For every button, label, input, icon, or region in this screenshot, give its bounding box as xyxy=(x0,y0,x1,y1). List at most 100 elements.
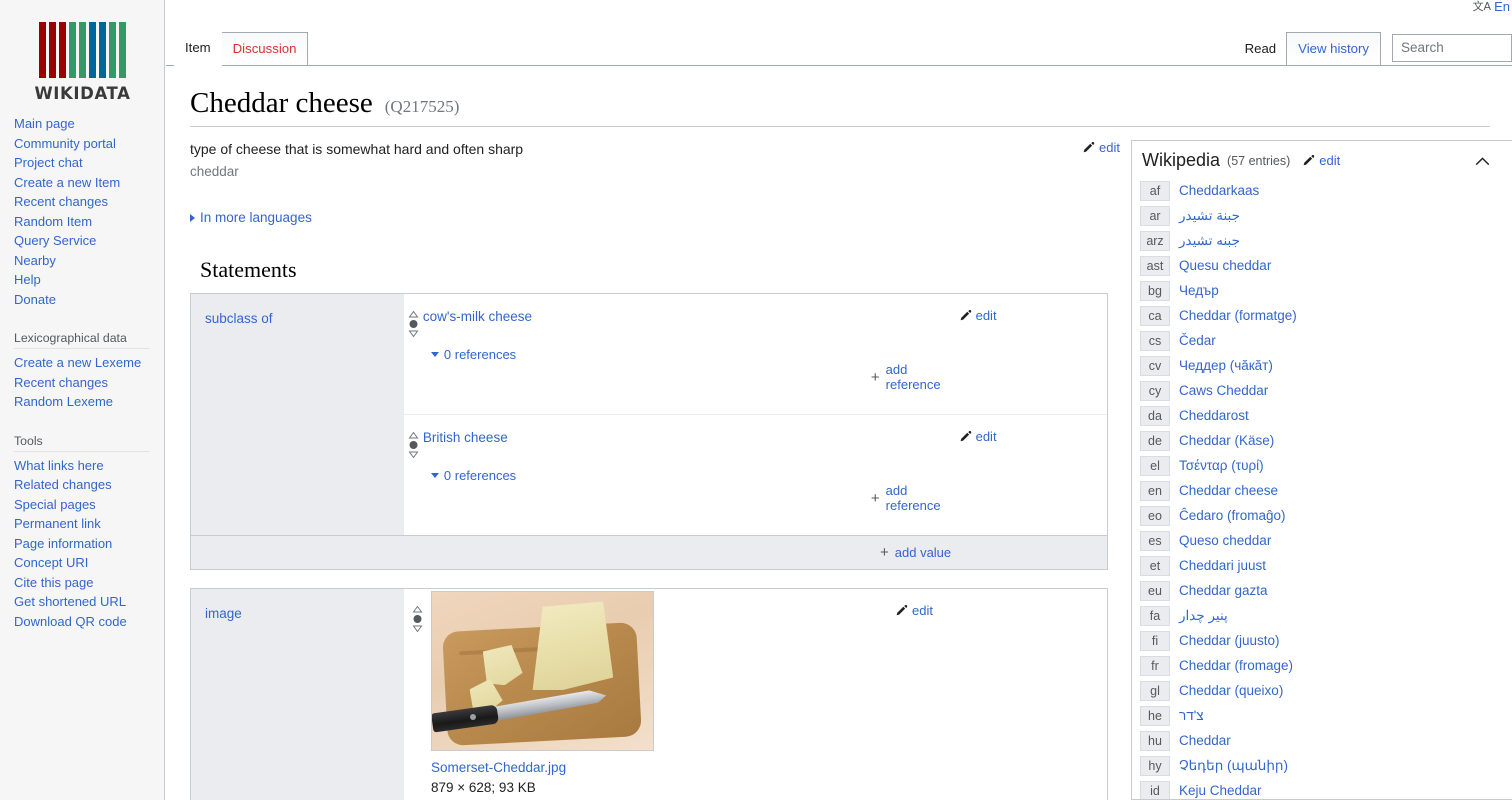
statement-group-image: image Somerset-Cheddar.jpg 879 × 628; 93… xyxy=(190,588,1108,800)
sidebar-tool-concept-uri[interactable]: Concept URI xyxy=(14,553,164,573)
language-selector[interactable]: 文A En xyxy=(1312,0,1512,20)
page-title: Cheddar cheese (Q217525) xyxy=(190,86,1512,120)
sitelink-title-id[interactable]: Keju Cheddar xyxy=(1179,783,1262,798)
rank-cell[interactable] xyxy=(404,415,423,535)
sitelink-title-he[interactable]: צ'דר xyxy=(1179,708,1204,723)
sitelink-language-code: eu xyxy=(1140,580,1170,601)
sidebar-tool-related-changes[interactable]: Related changes xyxy=(14,475,164,495)
edit-terms-link[interactable]: edit xyxy=(1082,140,1120,155)
edit-sitelinks-link[interactable]: edit xyxy=(1302,153,1340,168)
sitelink-title-da[interactable]: Cheddarost xyxy=(1179,408,1249,423)
sitelink-row: ast Quesu cheddar xyxy=(1140,253,1512,278)
value-cell: cow's-milk cheese 0 references + add ref… xyxy=(423,294,941,414)
tab-read[interactable]: Read xyxy=(1234,33,1288,66)
plus-icon: + xyxy=(870,489,880,507)
tab-discussion[interactable]: Discussion xyxy=(220,32,309,66)
image-thumbnail[interactable] xyxy=(431,591,654,751)
search-input[interactable]: Search xyxy=(1392,34,1512,62)
current-language-label[interactable]: En xyxy=(1494,0,1510,14)
statement-value-link[interactable]: cow's-milk cheese xyxy=(423,309,532,324)
property-link-subclass-of[interactable]: subclass of xyxy=(205,311,273,326)
sitelink-title-de[interactable]: Cheddar (Käse) xyxy=(1179,433,1274,448)
sitelink-title-cv[interactable]: Чеддер (чăкăт) xyxy=(1179,358,1273,373)
sitelink-title-hy[interactable]: Չեդեր (պանիր) xyxy=(1179,758,1288,774)
sitelink-title-cy[interactable]: Caws Cheddar xyxy=(1179,383,1268,398)
sidebar-lexeme-item-recent-changes[interactable]: Recent changes xyxy=(14,373,164,393)
chevron-up-icon[interactable] xyxy=(1475,153,1490,166)
sidebar-item-nearby[interactable]: Nearby xyxy=(14,251,164,271)
rank-cell[interactable] xyxy=(404,589,431,800)
sidebar: WIKIDATA Main page Community portal Projec… xyxy=(0,0,165,800)
add-reference-link[interactable]: + add reference xyxy=(871,483,941,513)
rank-cell[interactable] xyxy=(404,294,423,414)
sitelink-title-hu[interactable]: Cheddar xyxy=(1179,733,1231,748)
sidebar-item-create-a-new-item[interactable]: Create a new Item xyxy=(14,173,164,193)
edit-cell: edit xyxy=(941,415,1107,535)
sitelink-title-gl[interactable]: Cheddar (queixo) xyxy=(1179,683,1283,698)
edit-statement-link[interactable]: edit xyxy=(895,603,933,618)
sidebar-item-donate[interactable]: Donate xyxy=(14,290,164,310)
sitelink-title-eu[interactable]: Cheddar gazta xyxy=(1179,583,1268,598)
add-reference-link[interactable]: + add reference xyxy=(871,362,941,392)
statement-group-subclass-of: subclass of cow's-milk cheese 0 referenc… xyxy=(190,293,1108,570)
sidebar-tool-permanent-link[interactable]: Permanent link xyxy=(14,514,164,534)
property-link-image[interactable]: image xyxy=(205,606,242,621)
sitelink-title-ar[interactable]: جبنة تشيدر xyxy=(1179,208,1240,224)
sitelink-title-es[interactable]: Queso cheddar xyxy=(1179,533,1271,548)
sitelink-row: bg Чедър xyxy=(1140,278,1512,303)
sidebar-lexeme-item-random-lexeme[interactable]: Random Lexeme xyxy=(14,392,164,412)
sidebar-item-main-page[interactable]: Main page xyxy=(14,114,164,134)
sidebar-tool-cite-this-page[interactable]: Cite this page xyxy=(14,573,164,593)
sitelink-title-ast[interactable]: Quesu cheddar xyxy=(1179,258,1271,273)
edit-statement-link[interactable]: edit xyxy=(959,429,997,444)
sitelinks-panel: Wikipedia (57 entries) edit af Cheddarkaa… xyxy=(1131,140,1512,800)
sidebar-item-help[interactable]: Help xyxy=(14,270,164,290)
sitelink-language-code: en xyxy=(1140,480,1170,501)
sidebar-tool-what-links-here[interactable]: What links here xyxy=(14,456,164,476)
add-value-link[interactable]: + add value xyxy=(880,545,951,560)
in-more-languages-label: In more languages xyxy=(200,210,312,225)
sitelink-title-fi[interactable]: Cheddar (juusto) xyxy=(1179,633,1280,648)
references-toggle[interactable]: 0 references xyxy=(430,347,517,362)
edit-statement-link[interactable]: edit xyxy=(959,308,997,323)
sitelink-title-fr[interactable]: Cheddar (fromage) xyxy=(1179,658,1293,673)
sidebar-item-random-item[interactable]: Random Item xyxy=(14,212,164,232)
rank-selector-icon[interactable] xyxy=(412,605,423,800)
sitelink-title-el[interactable]: Τσένταρ (τυρί) xyxy=(1179,458,1264,473)
sitelink-language-code: cs xyxy=(1140,330,1170,351)
sitelink-title-ca[interactable]: Cheddar (formatge) xyxy=(1179,308,1297,323)
sitelink-title-cs[interactable]: Čedar xyxy=(1179,333,1216,348)
sitelink-title-arz[interactable]: جبنه تشيدر xyxy=(1179,233,1240,249)
sitelink-title-et[interactable]: Cheddari juust xyxy=(1179,558,1266,573)
in-more-languages-toggle[interactable]: In more languages xyxy=(190,210,312,225)
sitelink-title-af[interactable]: Cheddarkaas xyxy=(1179,183,1259,198)
sidebar-item-recent-changes[interactable]: Recent changes xyxy=(14,192,164,212)
tools-heading: Tools xyxy=(14,428,150,452)
sidebar-item-project-chat[interactable]: Project chat xyxy=(14,153,164,173)
sitelink-language-code: fa xyxy=(1140,605,1170,626)
tab-view-history[interactable]: View history xyxy=(1286,32,1381,66)
references-toggle[interactable]: 0 references xyxy=(430,468,516,483)
sidebar-item-community-portal[interactable]: Community portal xyxy=(14,134,164,154)
sidebar-item-query-service[interactable]: Query Service xyxy=(14,231,164,251)
sitelink-title-fa[interactable]: پنیر چدار xyxy=(1179,608,1228,624)
sitelink-title-bg[interactable]: Чедър xyxy=(1179,283,1219,298)
statement-value-link[interactable]: British cheese xyxy=(423,430,508,445)
sitelink-row: cy Caws Cheddar xyxy=(1140,378,1512,403)
wikidata-logo[interactable]: WIKIDATA xyxy=(0,0,165,110)
tab-item[interactable]: Item xyxy=(174,32,222,66)
rank-selector-icon[interactable] xyxy=(408,310,419,414)
sidebar-tool-page-information[interactable]: Page information xyxy=(14,534,164,554)
references-count-label: 0 references xyxy=(443,347,517,362)
sidebar-lexeme-item-create-a-new-lexeme[interactable]: Create a new Lexeme xyxy=(14,353,164,373)
sitelink-row: el Τσένταρ (τυρί) xyxy=(1140,453,1512,478)
sitelink-title-en[interactable]: Cheddar cheese xyxy=(1179,483,1278,498)
sidebar-tool-get-shortened-url[interactable]: Get shortened URL xyxy=(14,592,164,612)
statement-values: cow's-milk cheese 0 references + add ref… xyxy=(404,294,1107,535)
sitelink-row: et Cheddari juust xyxy=(1140,553,1512,578)
rank-selector-icon[interactable] xyxy=(408,431,419,535)
image-filename-link[interactable]: Somerset-Cheddar.jpg xyxy=(431,760,877,775)
sidebar-tool-download-qr-code[interactable]: Download QR code xyxy=(14,612,164,632)
sitelink-title-eo[interactable]: Ĉedaro (fromaĝo) xyxy=(1179,508,1286,523)
sidebar-tool-special-pages[interactable]: Special pages xyxy=(14,495,164,515)
